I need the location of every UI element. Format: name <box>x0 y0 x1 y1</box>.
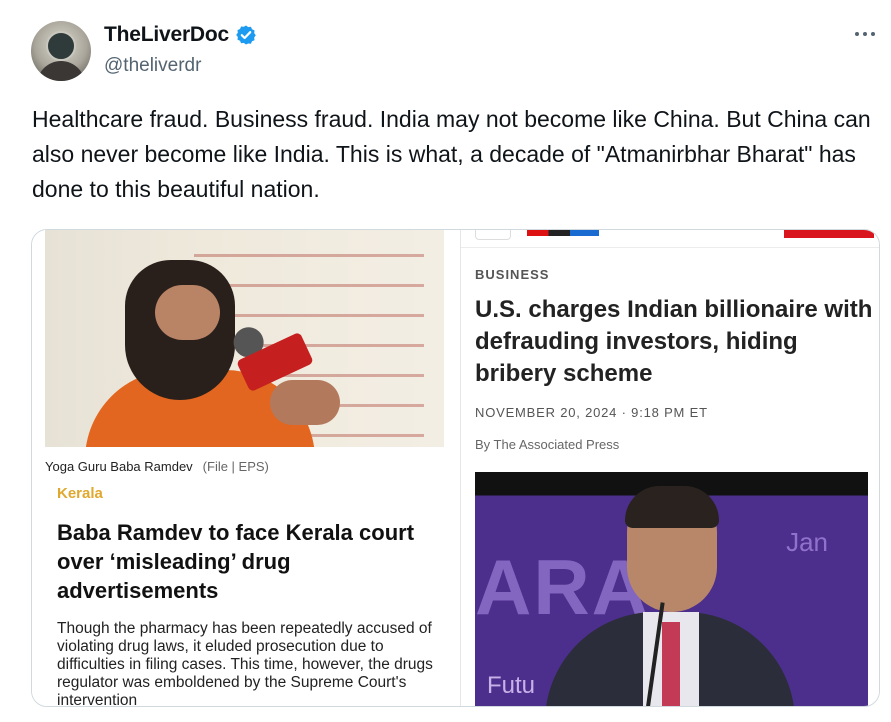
person-face <box>155 285 220 340</box>
person-tie <box>662 622 680 706</box>
site-top-bar <box>461 230 879 248</box>
ramdev-photo <box>45 230 444 447</box>
article-category: Kerala <box>57 485 103 502</box>
tweet: TheLiverDoc @theliverdr Healthcare fraud… <box>0 0 891 722</box>
site-red-button <box>784 230 874 238</box>
article-dateline: NOVEMBER 20, 2024 · 9:18 PM ET <box>475 405 708 420</box>
person-hair <box>625 486 719 528</box>
avatar-badge <box>46 31 76 61</box>
stage-backdrop-year: Jan <box>786 527 828 557</box>
site-logo <box>527 230 599 236</box>
left-article-headline: Baba Ramdev to face Kerala court over ‘m… <box>57 520 415 603</box>
site-menu-button <box>475 230 511 240</box>
author-handle[interactable]: @theliverdr <box>104 55 201 77</box>
left-article-image[interactable]: Yoga Guru Baba Ramdev (File | EPS) Kerala… <box>32 230 457 707</box>
tweet-media-grid[interactable]: Yoga Guru Baba Ramdev (File | EPS) Kerala… <box>31 229 880 707</box>
avatar-body <box>37 61 85 81</box>
photo-caption-text: Yoga Guru Baba Ramdev <box>45 459 193 474</box>
stage-backdrop-bottom-text: Futu <box>487 672 536 699</box>
verified-badge-icon <box>236 25 256 45</box>
article-byline: By The Associated Press <box>475 437 620 452</box>
right-article-headline: U.S. charges Indian billionaire with def… <box>475 296 873 387</box>
article-kicker: BUSINESS <box>475 267 550 282</box>
more-horizontal-icon[interactable] <box>855 26 881 42</box>
person-hand <box>270 380 340 425</box>
photo-caption: Yoga Guru Baba Ramdev (File | EPS) <box>45 459 269 474</box>
photo-credit: (File | EPS) <box>202 459 269 474</box>
author-avatar[interactable] <box>31 21 91 81</box>
right-article-image[interactable]: BUSINESS U.S. charges Indian billionaire… <box>460 230 879 706</box>
adani-photo: ARAT Jan Futu <box>475 472 868 706</box>
tweet-text: Healthcare fraud. Business fraud. India … <box>32 106 871 202</box>
author-display-name[interactable]: TheLiverDoc <box>104 23 229 47</box>
left-article-summary: Though the pharmacy has been repeatedly … <box>57 620 433 707</box>
author-name-row: TheLiverDoc <box>104 23 257 47</box>
